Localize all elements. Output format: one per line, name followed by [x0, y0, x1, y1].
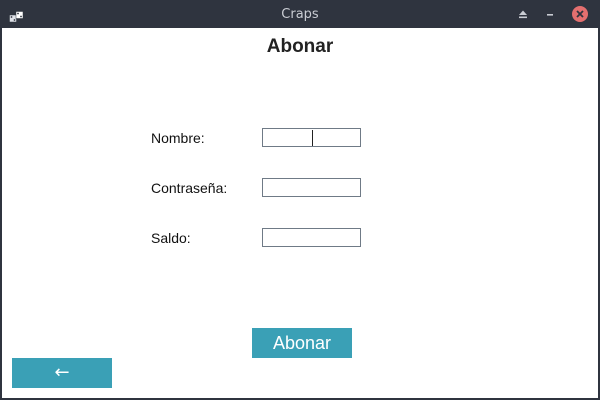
- close-icon[interactable]: [572, 6, 588, 22]
- nombre-label: Nombre:: [151, 130, 205, 146]
- saldo-label: Saldo:: [151, 230, 191, 246]
- page-title: Abonar: [266, 36, 334, 57]
- contrasena-label: Contraseña:: [151, 180, 228, 196]
- title-bar: Craps: [0, 0, 600, 28]
- eject-icon[interactable]: [515, 6, 531, 22]
- minimize-icon[interactable]: [542, 6, 558, 22]
- abonar-button[interactable]: Abonar: [252, 328, 352, 358]
- window-title: Craps: [281, 7, 319, 22]
- contrasena-input[interactable]: [262, 178, 361, 197]
- back-button[interactable]: ←: [12, 358, 112, 388]
- saldo-input[interactable]: [262, 228, 361, 247]
- text-caret: [312, 130, 313, 146]
- app-window: Craps Abonar Nombre: Contraseña: Saldo: …: [0, 0, 600, 400]
